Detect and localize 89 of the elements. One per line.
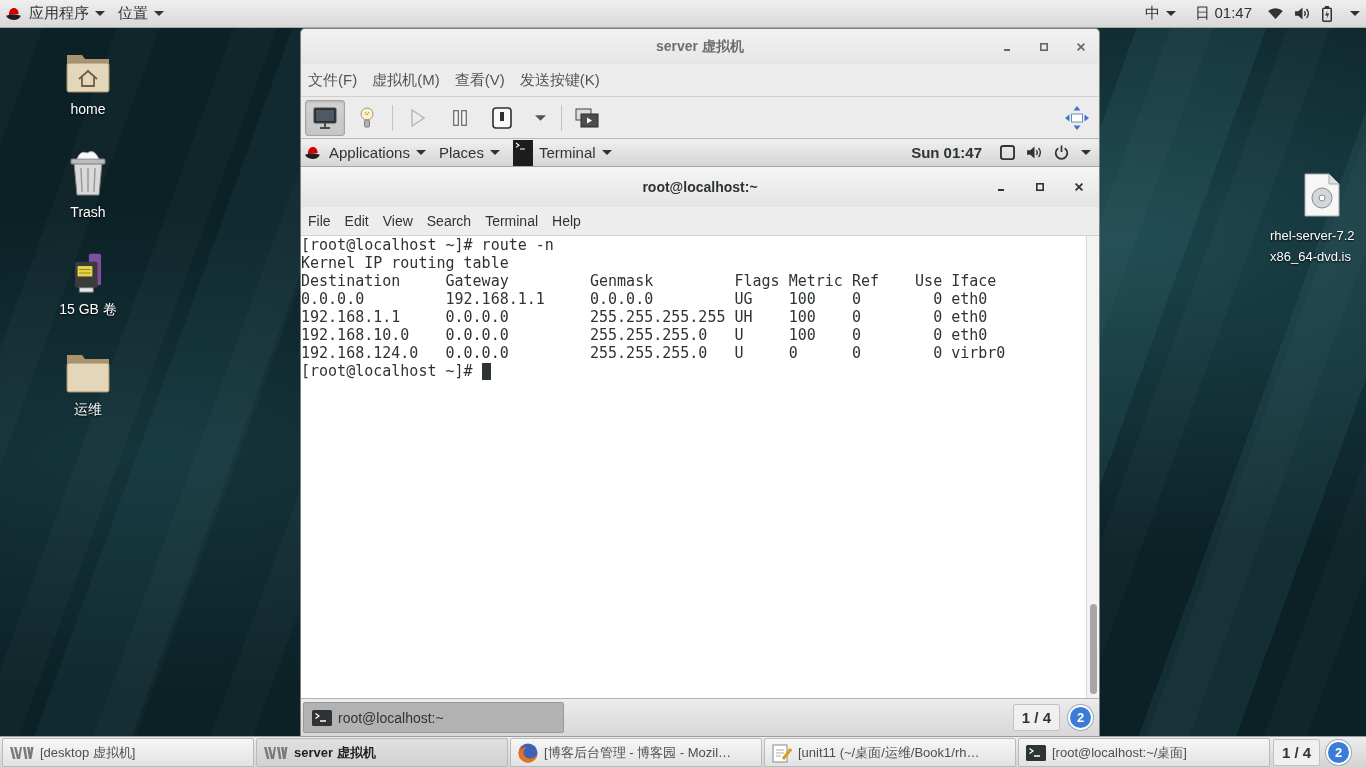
lightbulb-icon <box>360 106 374 129</box>
workspace-pager[interactable]: 1 / 4 <box>1273 739 1321 766</box>
battery-icon <box>1322 5 1332 22</box>
menu-item[interactable]: 虚拟机(M) <box>365 66 448 94</box>
icon-label[interactable]: rhel-server-7.2 x86_64-dvd.is <box>1270 225 1355 267</box>
menu-item[interactable]: Edit <box>338 209 375 233</box>
icon-label[interactable]: home <box>70 101 106 117</box>
terminal-line: Kernel IP routing table <box>301 254 509 272</box>
minimize-icon <box>998 189 1004 191</box>
scrollbar[interactable] <box>1086 236 1099 698</box>
terminal-line: [root@localhost ~]# <box>301 362 473 380</box>
menu-item[interactable]: View <box>376 209 419 233</box>
menu-button[interactable]: 应用程序 <box>23 0 111 27</box>
input-method-button[interactable]: 中 <box>1139 0 1183 27</box>
terminal-icon[interactable] <box>512 139 533 166</box>
volume-icon[interactable] <box>1027 146 1042 159</box>
monitor-icon <box>313 106 337 129</box>
icon-label[interactable]: 15 GB 卷 <box>59 301 117 319</box>
pause-icon <box>453 109 467 126</box>
caret-icon <box>489 150 500 155</box>
terminal-line: 192.168.124.0 0.0.0.0 255.255.255.0 U 0 0 0 virbr0 <box>301 344 1006 362</box>
caret-icon <box>601 150 612 155</box>
window-icon[interactable] <box>1000 145 1015 160</box>
striped-logo-icon <box>10 745 34 760</box>
power-icon[interactable] <box>1054 145 1069 160</box>
menu-item[interactable]: Help <box>546 209 587 233</box>
browser-icon <box>518 742 538 763</box>
notification-badge[interactable]: 2 <box>1326 740 1352 765</box>
hat-icon[interactable] <box>6 7 21 20</box>
menu-item[interactable]: 文件(F) <box>301 66 366 94</box>
menu-button[interactable]: 位置 <box>112 0 170 27</box>
switch-icon <box>492 106 512 129</box>
clock-button[interactable]: Sun 01:47 <box>911 139 982 166</box>
fullscreen-icon <box>1065 105 1089 130</box>
menu-item[interactable]: 发送按键(K) <box>512 66 608 94</box>
close-icon <box>1077 42 1085 51</box>
terminal-icon <box>1026 742 1046 763</box>
caret-icon <box>154 11 164 16</box>
task-button[interactable]: root@localhost:~ <box>303 702 564 733</box>
terminal-line: Destination Gateway Genmask Flags Metric Ref Use Iface <box>301 272 997 290</box>
play-icon <box>411 108 425 127</box>
terminal-line: 192.168.1.1 0.0.0.0 255.255.255.255 UH 100 0 0 eth0 <box>301 308 988 326</box>
terminal-area[interactable] <box>301 236 1099 698</box>
wifi-icon <box>1268 8 1283 19</box>
menu-item[interactable]: 查看(V) <box>447 66 513 94</box>
menu-item[interactable]: Search <box>420 209 478 233</box>
task-button[interactable]: [unit11 (~/桌面/运维/Book1/rh… <box>764 738 1016 767</box>
clock-button[interactable]: 日 01:47 <box>1189 0 1258 27</box>
scrollbar-thumb[interactable] <box>1089 604 1097 694</box>
screens-icon <box>575 106 599 129</box>
caret-icon <box>534 114 546 121</box>
home-folder-icon[interactable] <box>66 53 110 93</box>
window-title: root@localhost:~ <box>642 179 758 195</box>
volume-icon <box>1295 7 1310 20</box>
striped-logo-icon <box>264 745 288 760</box>
caret-icon <box>95 11 105 16</box>
disc-file-icon[interactable] <box>1304 173 1340 217</box>
folder-icon[interactable] <box>66 353 110 393</box>
task-button[interactable]: server 虚拟机 <box>256 738 508 767</box>
terminal-line: 0.0.0.0 192.168.1.1 0.0.0.0 UG 100 0 0 eth0 <box>301 290 988 308</box>
maximize-icon <box>1036 183 1044 191</box>
system-menu[interactable] <box>1268 5 1360 22</box>
terminal-icon <box>312 709 332 726</box>
menu-item[interactable]: Terminal <box>479 209 545 233</box>
task-button[interactable]: [root@localhost:~/桌面] <box>1018 738 1270 767</box>
menu-button[interactable]: Places <box>432 139 506 166</box>
close-icon <box>1075 183 1083 191</box>
task-button[interactable]: [desktop 虚拟机] <box>2 738 254 767</box>
icon-label[interactable]: Trash <box>70 204 106 220</box>
task-button[interactable]: [博客后台管理 - 博客园 - Mozil… <box>510 738 762 767</box>
console-view-button[interactable] <box>305 99 345 136</box>
maximize-icon <box>1040 42 1048 51</box>
terminal-line: [root@localhost ~]# route -n <box>301 236 554 254</box>
menu-item[interactable]: File <box>302 209 337 233</box>
caret-icon <box>1350 11 1360 16</box>
icon-label[interactable]: 运维 <box>74 401 102 419</box>
caret-icon <box>1166 11 1177 16</box>
notification-badge[interactable]: 2 <box>1068 705 1093 730</box>
window-title: server 虚拟机 <box>656 37 744 56</box>
trash-icon[interactable] <box>69 150 107 196</box>
workspace-pager[interactable]: 1 / 4 <box>1012 704 1060 731</box>
notepad-icon <box>772 742 792 763</box>
caret-icon[interactable] <box>1081 150 1091 155</box>
caret-icon <box>415 150 426 155</box>
menu-button[interactable]: Applications <box>323 139 432 166</box>
terminal-line: 192.168.10.0 0.0.0.0 255.255.255.0 U 100 0 0 eth0 <box>301 326 988 344</box>
window-menu-button[interactable]: Terminal <box>532 139 618 166</box>
hat-icon[interactable] <box>305 146 320 159</box>
minimize-icon <box>1004 48 1010 51</box>
